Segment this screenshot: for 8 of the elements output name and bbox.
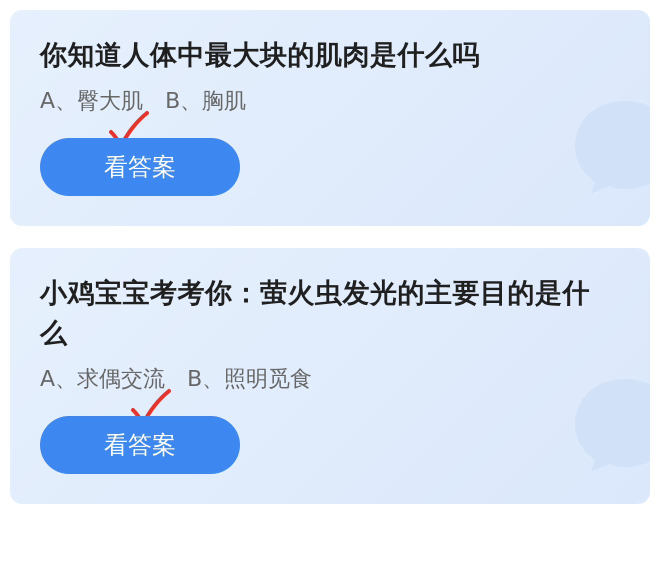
question-title: 小鸡宝宝考考你：萤火虫发光的主要目的是什么	[40, 277, 590, 351]
answer-option[interactable]: A、求偶交流	[40, 367, 166, 392]
answer-option[interactable]: B、照明觅食	[187, 367, 312, 392]
answer-option[interactable]: B、胸肌	[165, 89, 246, 114]
view-answer-button[interactable]: 看答案	[40, 138, 240, 196]
answer-option[interactable]: A、臀大肌	[40, 89, 144, 114]
view-answer-button[interactable]: 看答案	[40, 416, 240, 474]
question-title: 你知道人体中最大块的肌肉是什么吗	[40, 39, 481, 73]
